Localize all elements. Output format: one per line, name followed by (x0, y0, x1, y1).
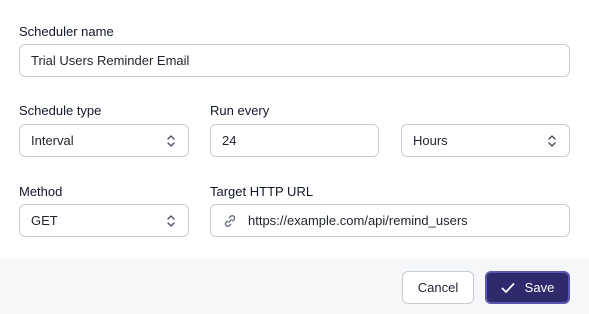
run-every-label: Run every (210, 103, 270, 118)
chevron-up-down-icon (165, 133, 177, 149)
scheduler-name-value: Trial Users Reminder Email (31, 53, 190, 68)
method-label: Method (19, 184, 63, 199)
scheduler-name-label: Scheduler name (19, 24, 114, 39)
cancel-button[interactable]: Cancel (402, 271, 474, 304)
run-every-input[interactable]: 24 (210, 124, 379, 157)
method-select[interactable]: GET (19, 204, 189, 237)
target-url-label: Target HTTP URL (210, 184, 314, 199)
schedule-type-label: Schedule type (19, 103, 102, 118)
scheduler-name-input[interactable]: Trial Users Reminder Email (19, 44, 570, 77)
target-url-input[interactable]: https://example.com/api/remind_users (210, 204, 570, 237)
chevron-up-down-icon (546, 133, 558, 149)
save-button-label: Save (524, 280, 555, 295)
dialog-footer: Cancel Save (0, 259, 589, 314)
scheduler-form: Scheduler name Trial Users Reminder Emai… (0, 0, 589, 259)
chevron-up-down-icon (165, 213, 177, 229)
check-icon (501, 282, 515, 294)
target-url-value: https://example.com/api/remind_users (248, 213, 468, 228)
run-every-unit-value: Hours (413, 133, 448, 148)
run-every-value: 24 (222, 133, 237, 148)
schedule-type-value: Interval (31, 133, 74, 148)
link-icon (222, 213, 238, 229)
schedule-type-select[interactable]: Interval (19, 124, 189, 157)
save-button[interactable]: Save (485, 271, 570, 304)
method-value: GET (31, 213, 58, 228)
run-every-unit-select[interactable]: Hours (401, 124, 570, 157)
